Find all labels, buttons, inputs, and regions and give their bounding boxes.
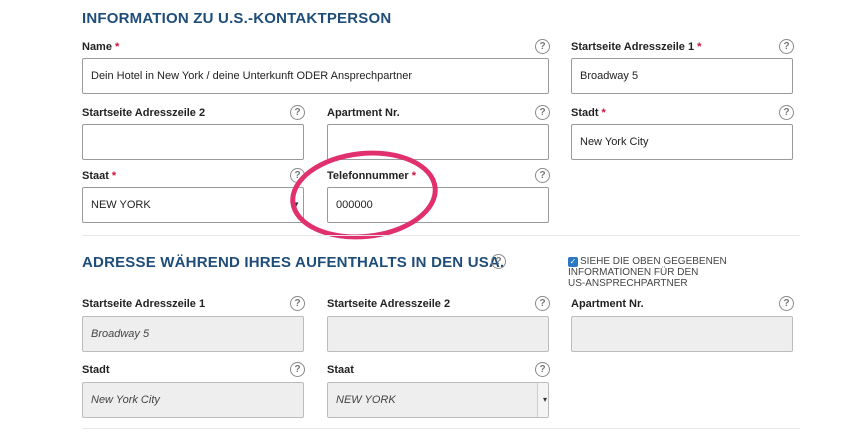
checkbox-label-line3: US-ANSPRECHPARTNER: [568, 278, 688, 289]
address2-field[interactable]: [82, 124, 304, 160]
us-city-field[interactable]: New York City: [82, 382, 304, 418]
apartment-label: Apartment Nr.: [327, 107, 400, 119]
help-icon[interactable]: ?: [779, 105, 794, 120]
required-marker: *: [114, 41, 120, 53]
help-icon[interactable]: ?: [491, 254, 506, 269]
state-label: Staat *: [82, 170, 117, 182]
address2-label: Startseite Adresszeile 2: [82, 107, 206, 119]
section-divider: [82, 235, 800, 236]
us-state-select[interactable]: NEW YORK ▾: [327, 382, 549, 418]
us-apartment-label: Apartment Nr.: [571, 298, 644, 310]
required-marker: *: [697, 41, 702, 53]
name-label: Name *: [82, 41, 120, 53]
state-select-value: NEW YORK: [91, 199, 151, 211]
checkbox-label-line1: SIEHE DIE OBEN GEGEBENEN: [580, 256, 727, 267]
checkbox-label-line2: INFORMATIONEN FÜR DEN: [568, 267, 699, 278]
us-address1-label: Startseite Adresszeile 1: [82, 298, 206, 310]
us-address1-field[interactable]: Broadway 5: [82, 316, 304, 352]
city-label: Stadt *: [571, 107, 606, 119]
required-marker: *: [601, 107, 606, 119]
address1-field[interactable]: Broadway 5: [571, 58, 793, 94]
help-icon[interactable]: ?: [779, 296, 794, 311]
us-city-label: Stadt: [82, 364, 110, 376]
help-icon[interactable]: ?: [535, 168, 550, 183]
chevron-updown-icon: ▾: [542, 395, 547, 404]
section-title-us-address: ADRESSE WÄHREND IHRES AUFENTHALTS IN DEN…: [82, 254, 505, 271]
section-title-contact: INFORMATION ZU U.S.-KONTAKTPERSON: [82, 10, 392, 27]
state-select[interactable]: NEW YORK ▼: [82, 187, 304, 223]
help-icon[interactable]: ?: [779, 39, 794, 54]
us-address2-label: Startseite Adresszeile 2: [327, 298, 451, 310]
help-icon[interactable]: ?: [535, 39, 550, 54]
same-as-contact-checkbox[interactable]: ✓: [568, 257, 578, 267]
help-icon[interactable]: ?: [290, 296, 305, 311]
help-icon[interactable]: ?: [535, 362, 550, 377]
required-marker: *: [111, 170, 117, 182]
us-state-label: Staat: [327, 364, 354, 376]
help-icon[interactable]: ?: [535, 296, 550, 311]
us-address2-field[interactable]: [327, 316, 549, 352]
name-field[interactable]: Dein Hotel in New York / deine Unterkunf…: [82, 58, 549, 94]
help-icon[interactable]: ?: [535, 105, 550, 120]
us-apartment-field[interactable]: [571, 316, 793, 352]
section-divider: [82, 428, 800, 429]
city-field[interactable]: New York City: [571, 124, 793, 160]
help-icon[interactable]: ?: [290, 362, 305, 377]
us-state-select-value: NEW YORK: [336, 394, 396, 406]
help-icon[interactable]: ?: [290, 105, 305, 120]
address1-label: Startseite Adresszeile 1 *: [571, 41, 702, 53]
